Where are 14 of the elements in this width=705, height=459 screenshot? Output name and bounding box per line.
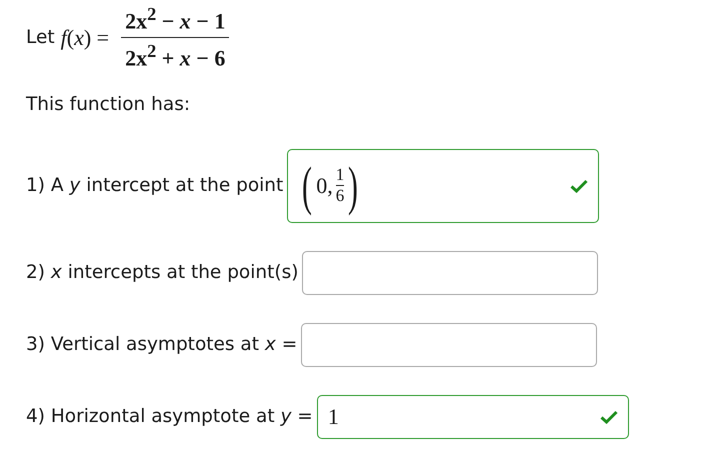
question-prompt: 4) Horizontal asymptote at y =	[26, 406, 313, 428]
check-icon	[600, 410, 618, 424]
numerator: 2x$^{2}$ − x − 1	[124, 4, 226, 36]
check-icon	[570, 178, 588, 193]
question-prompt: 3) Vertical asymptotes at x =	[26, 334, 298, 356]
function-name: f(x) =	[60, 24, 110, 51]
answer-field[interactable]	[301, 322, 598, 367]
intro-text: This function has:	[26, 94, 192, 115]
answer-field[interactable]: 1	[316, 394, 629, 439]
question-prompt: 2) x intercepts at the point(s)	[26, 262, 298, 284]
question-prompt: 1) A y intercept at the point	[26, 175, 284, 196]
answer-field[interactable]	[302, 250, 598, 295]
let-label: Let	[26, 27, 55, 48]
denominator: 2x$^{2}$ + x − 6	[121, 37, 230, 72]
